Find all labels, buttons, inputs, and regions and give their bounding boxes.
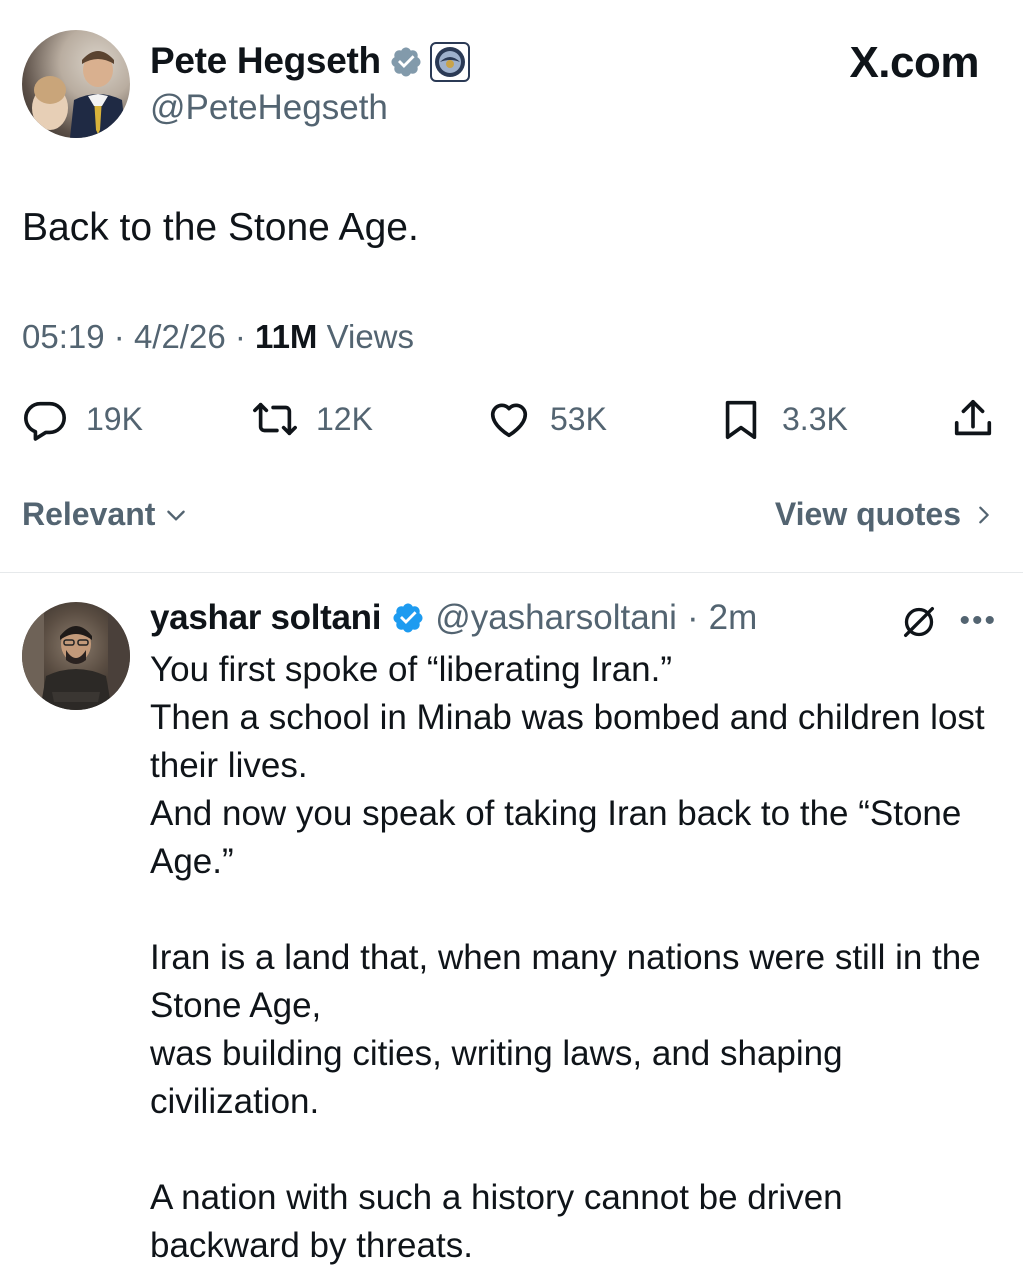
reply-author-name[interactable]: yashar soltani xyxy=(150,598,381,638)
reply-line: You first spoke of “liberating Iran.” xyxy=(150,650,673,689)
bookmark-count: 3.3K xyxy=(782,400,848,437)
share-button[interactable] xyxy=(950,396,996,442)
grok-icon[interactable] xyxy=(899,602,939,642)
repost-count: 12K xyxy=(316,400,373,437)
reply-button[interactable]: 19K xyxy=(22,396,143,442)
reply-line: Then a school in Minab was bombed and ch… xyxy=(150,698,985,785)
verified-badge-icon xyxy=(391,47,421,77)
reply-line: Iran is a land that, when many nations w… xyxy=(150,938,981,1025)
tweet-text: Back to the Stone Age. xyxy=(22,206,419,249)
affiliate-seal-icon[interactable] xyxy=(430,42,470,82)
like-icon xyxy=(490,403,528,438)
views-label: Views xyxy=(326,318,415,355)
separator-dot: · xyxy=(686,598,699,637)
view-quotes-label: View quotes xyxy=(774,496,961,532)
like-count: 53K xyxy=(550,400,607,437)
more-icon[interactable]: ••• xyxy=(959,604,997,638)
divider xyxy=(0,572,1023,573)
reply-age[interactable]: 2m xyxy=(709,598,758,638)
views-count: 11M xyxy=(255,318,318,355)
author-name[interactable]: Pete Hegseth xyxy=(150,40,381,82)
view-quotes-link[interactable]: View quotes xyxy=(775,496,995,533)
share-icon xyxy=(954,399,992,436)
verified-badge-icon xyxy=(393,603,423,633)
separator-dot: · xyxy=(234,318,246,355)
reply-line: was building cities, writing laws, and s… xyxy=(150,1034,843,1121)
reply-author-handle[interactable]: @yasharsoltani xyxy=(435,598,677,638)
watermark: X.com xyxy=(849,38,979,87)
reply-avatar[interactable] xyxy=(22,602,130,710)
like-button[interactable]: 53K xyxy=(486,396,607,442)
bookmark-icon xyxy=(725,400,757,440)
chevron-down-icon xyxy=(167,510,186,521)
reply-header: yashar soltani @yasharsoltani · 2m xyxy=(150,598,757,638)
chevron-right-icon xyxy=(979,506,989,523)
reply-count: 19K xyxy=(86,400,143,437)
tweet-date[interactable]: 4/2/26 xyxy=(134,318,226,355)
author-handle[interactable]: @PeteHegseth xyxy=(150,88,388,128)
avatar[interactable] xyxy=(22,30,130,138)
reply-line: A nation with such a history cannot be d… xyxy=(150,1178,843,1265)
bookmark-button[interactable]: 3.3K xyxy=(718,396,848,442)
tweet-time[interactable]: 05:19 xyxy=(22,318,105,355)
sort-dropdown[interactable]: Relevant xyxy=(22,496,189,533)
reply-text: You first spoke of “liberating Iran.” Th… xyxy=(150,646,990,1270)
repost-icon xyxy=(253,402,297,436)
reply-icon xyxy=(24,401,66,441)
separator-dot: · xyxy=(113,318,125,355)
repost-button[interactable]: 12K xyxy=(252,396,373,442)
reply-line: And now you speak of taking Iran back to… xyxy=(150,794,962,881)
tweet-meta: 05:19 · 4/2/26 · 11M Views xyxy=(22,318,414,356)
sort-label: Relevant xyxy=(22,496,156,532)
